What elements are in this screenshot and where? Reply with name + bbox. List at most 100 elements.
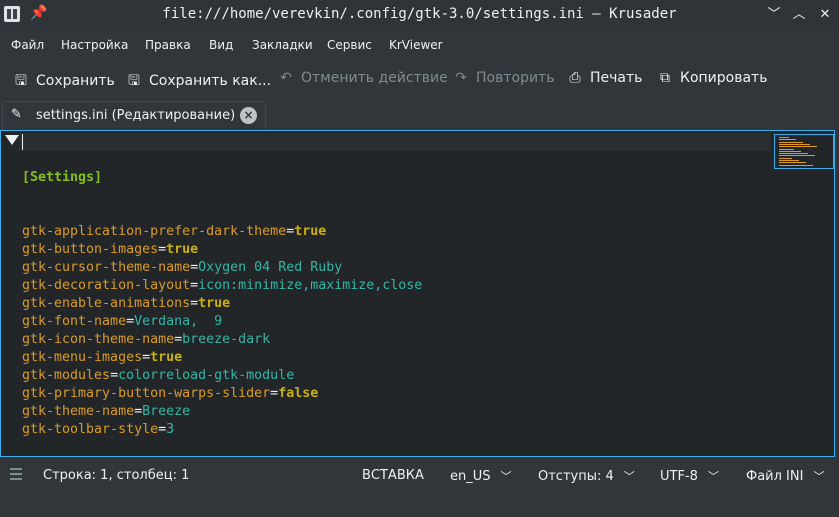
tab-settings-ini[interactable]: ✎ settings.ini (Редактирование) ×: [2, 101, 266, 130]
code-line: gtk-cursor-theme-name=Oxygen 04 Red Ruby: [22, 259, 422, 277]
ini-value: false: [278, 386, 319, 401]
menu-file[interactable]: Файл: [11, 38, 44, 52]
minimap-line: [779, 162, 806, 164]
hamburger-menu-icon[interactable]: [10, 468, 22, 482]
minimap-line: [779, 150, 801, 152]
menu-krviewer[interactable]: KrViewer: [389, 38, 443, 52]
menu-bar: Файл Настройка Правка Вид Закладки Серви…: [0, 30, 839, 60]
edit-pen-icon: ✎: [11, 107, 22, 122]
status-bar: Строка: 1, столбец: 1 ВСТАВКА en_US ﹀ Отс…: [0, 459, 839, 495]
ini-key: gtk-menu-images: [22, 350, 143, 365]
save-as-button[interactable]: 🖫 Сохранить как...: [125, 70, 271, 94]
title-bar: 📌 file:///home/verevkin/.config/gtk-3.0/…: [0, 0, 839, 30]
bottom-strip: [0, 495, 839, 517]
ini-equals: =: [190, 260, 199, 275]
window-title: file:///home/verevkin/.config/gtk-3.0/se…: [162, 6, 677, 22]
ini-equals: =: [142, 350, 151, 365]
save-as-icon: 🖫: [128, 73, 140, 89]
language-selector[interactable]: en_US ﹀: [450, 468, 512, 484]
code-line: gtk-menu-images=true: [22, 349, 422, 367]
filetype-selector[interactable]: Файл INI ﹀: [746, 468, 824, 484]
code-line: gtk-font-name=Verdana, 9: [22, 313, 422, 331]
menu-bookmarks[interactable]: Закладки: [252, 38, 313, 52]
ini-equals: =: [286, 224, 295, 239]
tab-close-icon[interactable]: ×: [240, 107, 257, 124]
chevron-down-icon: ﹀: [707, 470, 719, 483]
minimize-icon[interactable]: ﹀: [765, 6, 783, 24]
encoding-selector[interactable]: UTF-8 ﹀: [660, 468, 719, 484]
ini-key: gtk-button-images: [22, 242, 159, 257]
ini-key: gtk-cursor-theme-name: [22, 260, 191, 275]
indent-selector[interactable]: Отступы: 4 ﹀: [538, 468, 635, 484]
print-button[interactable]: ⎙ Печать: [566, 70, 642, 86]
minimap[interactable]: [774, 134, 834, 169]
ini-equals: =: [126, 314, 135, 329]
tab-bar: ✎ settings.ini (Редактирование) ×: [0, 98, 839, 130]
save-icon: 🖫: [15, 73, 27, 89]
menu-edit[interactable]: Правка: [145, 38, 191, 52]
print-icon: ⎙: [569, 70, 581, 86]
undo-icon: ↶: [280, 70, 292, 86]
code-line: gtk-modules=colorreload-gtk-module: [22, 367, 422, 385]
toolbar: 🖫 Сохранить 🖫 Сохранить как... ↶ Отменить д…: [0, 62, 839, 96]
text-editor[interactable]: [Settings] gtk-application-prefer-dark-t…: [0, 130, 835, 457]
ini-key: gtk-theme-name: [22, 404, 135, 419]
undo-button[interactable]: ↶ Отменить действие: [277, 70, 448, 86]
tab-label: settings.ini (Редактирование): [36, 108, 236, 123]
ini-key: gtk-decoration-layout: [22, 278, 191, 293]
minimap-line: [779, 137, 789, 138]
text-caret: [22, 134, 23, 150]
chevron-down-icon: ﹀: [500, 470, 512, 483]
code-line: gtk-primary-button-warps-slider=false: [22, 385, 422, 403]
minimap-line: [779, 157, 792, 159]
minimap-line: [779, 146, 817, 148]
minimap-line: [779, 143, 810, 145]
minimap-line: [779, 139, 796, 141]
ini-key: gtk-font-name: [22, 314, 127, 329]
minimap-line: [779, 155, 815, 157]
ini-equals: =: [158, 422, 167, 437]
copy-button[interactable]: ⧉ Копировать: [656, 70, 767, 86]
ini-equals: =: [158, 242, 167, 257]
ini-value: Verdana, 9: [134, 314, 223, 329]
minimap-line: [779, 164, 813, 166]
ini-value: Oxygen 04 Red Ruby: [198, 260, 343, 275]
input-mode[interactable]: ВСТАВКА: [362, 468, 424, 483]
cursor-position: Строка: 1, столбец: 1: [43, 468, 190, 483]
ini-equals: =: [270, 386, 279, 401]
ini-key: gtk-icon-theme-name: [22, 332, 175, 347]
ini-value: breeze-dark: [182, 332, 271, 347]
code-line: gtk-toolbar-style=3: [22, 421, 422, 439]
menu-settings[interactable]: Настройка: [61, 38, 128, 52]
ini-value: 3: [166, 422, 175, 437]
menu-view[interactable]: Вид: [209, 38, 233, 52]
menu-tools[interactable]: Сервис: [327, 38, 372, 52]
ini-value: colorreload-gtk-module: [118, 368, 295, 383]
maximize-icon[interactable]: ︿: [790, 6, 808, 24]
ini-equals: =: [190, 278, 199, 293]
close-icon[interactable]: ✕: [816, 6, 834, 24]
ini-equals: =: [110, 368, 119, 383]
minimap-line: [779, 153, 808, 155]
ini-key: gtk-primary-button-warps-slider: [22, 386, 271, 401]
code-line: gtk-icon-theme-name=breeze-dark: [22, 331, 422, 349]
redo-button[interactable]: ↷ Повторить: [452, 70, 554, 86]
ini-equals: =: [134, 404, 143, 419]
minimap-line: [779, 160, 799, 161]
ini-equals: =: [190, 296, 199, 311]
ini-value: Breeze: [142, 404, 191, 419]
code-line: gtk-button-images=true: [22, 241, 422, 259]
ini-value: icon:minimize,maximize,close: [198, 278, 423, 293]
chevron-down-icon: ﹀: [813, 470, 825, 483]
code-line: gtk-application-prefer-dark-theme=true: [22, 223, 422, 241]
ini-key: gtk-application-prefer-dark-theme: [22, 224, 287, 239]
save-button[interactable]: 🖫 Сохранить: [12, 70, 115, 94]
code-area[interactable]: [Settings] gtk-application-prefer-dark-t…: [22, 133, 422, 439]
ini-key: gtk-enable-animations: [22, 296, 191, 311]
ini-value: true: [166, 242, 199, 257]
fold-arrow-icon[interactable]: [5, 135, 19, 145]
redo-icon: ↷: [455, 70, 467, 86]
ini-key: gtk-modules: [22, 368, 111, 383]
code-line: gtk-theme-name=Breeze: [22, 403, 422, 421]
ini-value: true: [150, 350, 183, 365]
